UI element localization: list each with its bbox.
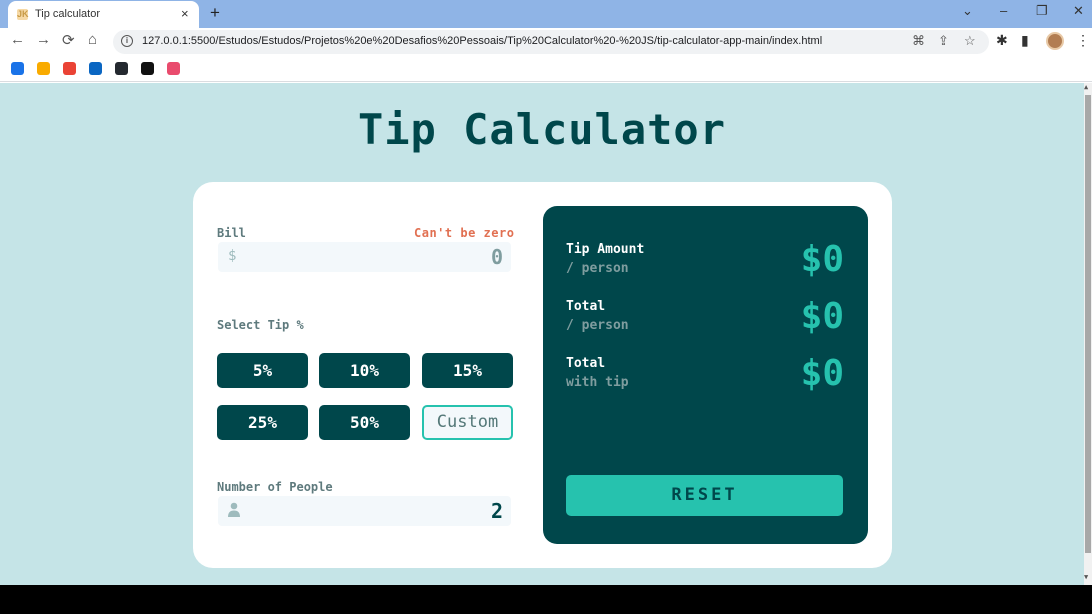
page-viewport: Tip Calculator Bill Can't be zero $ 0 Se… bbox=[0, 83, 1084, 585]
bill-input[interactable]: $ 0 bbox=[218, 242, 511, 272]
browser-tab[interactable]: JK Tip calculator × bbox=[8, 1, 199, 28]
bookmarks-bar bbox=[0, 56, 1092, 82]
tip-amount-sub: / person bbox=[566, 261, 629, 276]
total-tip-label: Total bbox=[566, 356, 606, 371]
tab-title: Tip calculator bbox=[35, 8, 101, 20]
results-panel: Tip Amount / person $0 Total / person $0… bbox=[543, 206, 868, 544]
scrollbar[interactable]: ▲ ▼ bbox=[1084, 83, 1092, 585]
translate-icon[interactable]: ⌘ bbox=[912, 33, 925, 49]
share-icon[interactable]: ⇪ bbox=[938, 33, 949, 49]
people-label: Number of People bbox=[217, 480, 333, 494]
scroll-up-icon[interactable]: ▲ bbox=[1084, 83, 1088, 91]
reload-icon[interactable]: ⟳ bbox=[62, 31, 75, 49]
reset-button[interactable]: RESET bbox=[566, 475, 843, 516]
close-window-button[interactable]: ✕ bbox=[1073, 3, 1084, 19]
browser-toolbar: ← → ⟳ ⌂ i 127.0.0.1:5500/Estudos/Estudos… bbox=[0, 28, 1092, 56]
people-value: 2 bbox=[490, 499, 503, 523]
bill-label: Bill bbox=[217, 226, 246, 240]
total-person-value: $0 bbox=[800, 296, 844, 337]
favicon-icon: JK bbox=[17, 9, 29, 20]
bill-error-message: Can't be zero bbox=[414, 226, 515, 240]
extensions-icon[interactable]: ✱ bbox=[996, 32, 1008, 49]
bookmark-github-icon[interactable] bbox=[115, 62, 128, 75]
page-title: Tip Calculator bbox=[357, 105, 726, 154]
site-info-icon[interactable]: i bbox=[121, 35, 133, 47]
tip-25-button[interactable]: 25% bbox=[217, 405, 308, 440]
bookmark-extension-icon[interactable] bbox=[167, 62, 180, 75]
tip-10-button[interactable]: 10% bbox=[319, 353, 410, 388]
dollar-icon: $ bbox=[228, 248, 237, 264]
home-icon[interactable]: ⌂ bbox=[88, 31, 97, 48]
tip-50-button[interactable]: 50% bbox=[319, 405, 410, 440]
forward-icon[interactable]: → bbox=[36, 31, 51, 48]
people-input[interactable]: 2 bbox=[218, 496, 511, 526]
profile-avatar[interactable] bbox=[1046, 32, 1064, 50]
restore-button[interactable]: ❐ bbox=[1036, 3, 1048, 19]
minimize-button[interactable]: – bbox=[1000, 3, 1007, 18]
bookmark-medium-icon[interactable] bbox=[141, 62, 154, 75]
menu-icon[interactable]: ⋮ bbox=[1076, 32, 1090, 49]
bookmark-edge-icon[interactable] bbox=[11, 62, 24, 75]
browser-chrome: JK Tip calculator × + ⌄ – ❐ ✕ ← → ⟳ ⌂ i … bbox=[0, 0, 1092, 83]
calculator-card: Bill Can't be zero $ 0 Select Tip % 5% 1… bbox=[193, 182, 892, 568]
total-tip-sub: with tip bbox=[566, 375, 629, 390]
bill-value: 0 bbox=[490, 245, 503, 269]
scroll-down-icon[interactable]: ▼ bbox=[1084, 573, 1088, 581]
scrollbar-thumb[interactable] bbox=[1085, 95, 1091, 553]
tip-select-label: Select Tip % bbox=[217, 318, 304, 332]
star-icon[interactable]: ☆ bbox=[964, 33, 976, 49]
custom-tip-input[interactable]: Custom bbox=[422, 405, 513, 440]
tip-5-button[interactable]: 5% bbox=[217, 353, 308, 388]
new-tab-button[interactable]: + bbox=[210, 3, 220, 23]
tip-15-button[interactable]: 15% bbox=[422, 353, 513, 388]
side-panel-icon[interactable]: ▮ bbox=[1021, 32, 1029, 49]
bookmark-linkedin-icon[interactable] bbox=[89, 62, 102, 75]
url-text[interactable]: 127.0.0.1:5500/Estudos/Estudos/Projetos%… bbox=[142, 35, 822, 47]
back-icon[interactable]: ← bbox=[10, 31, 25, 48]
total-tip-value: $0 bbox=[800, 353, 844, 394]
person-icon bbox=[228, 502, 240, 521]
tip-amount-label: Tip Amount bbox=[566, 242, 645, 257]
tab-search-icon[interactable]: ⌄ bbox=[962, 3, 973, 19]
bookmark-gmail-icon[interactable] bbox=[63, 62, 76, 75]
tab-close-icon[interactable]: × bbox=[181, 6, 189, 21]
address-bar[interactable]: i 127.0.0.1:5500/Estudos/Estudos/Projeto… bbox=[113, 30, 989, 54]
tip-amount-value: $0 bbox=[800, 239, 844, 280]
total-person-sub: / person bbox=[566, 318, 629, 333]
tab-strip: JK Tip calculator × + ⌄ – ❐ ✕ bbox=[0, 0, 1092, 28]
total-person-label: Total bbox=[566, 299, 606, 314]
bookmark-google-drive-icon[interactable] bbox=[37, 62, 50, 75]
